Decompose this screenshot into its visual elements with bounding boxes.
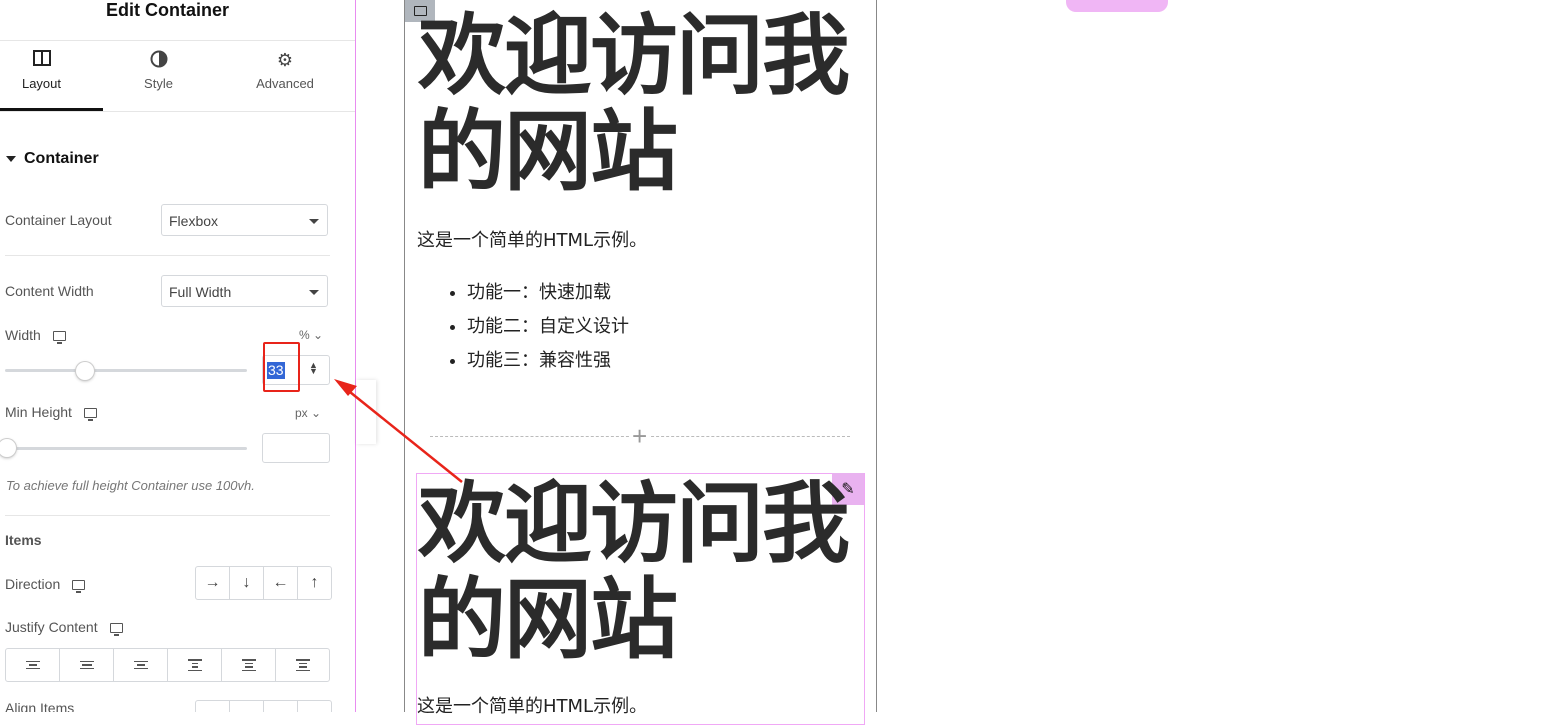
annotation-arrow — [334, 379, 463, 483]
